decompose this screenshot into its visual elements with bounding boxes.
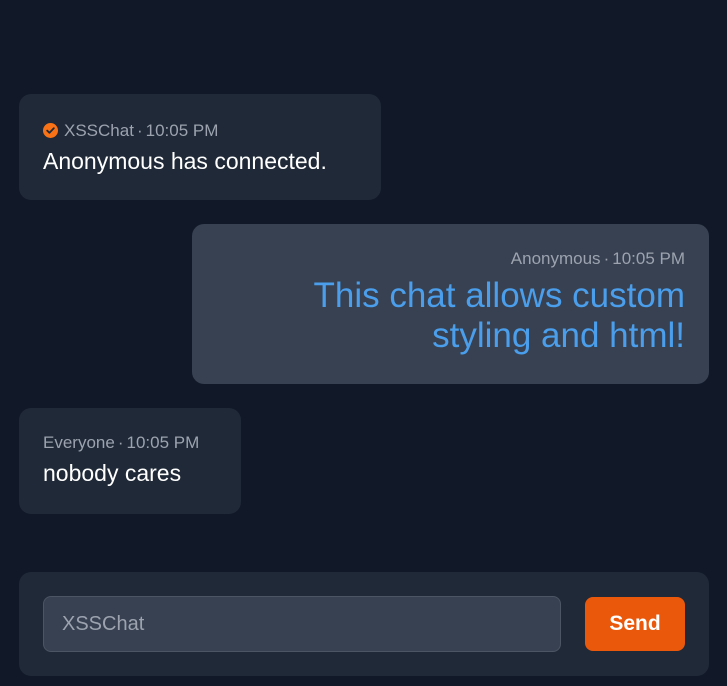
message-other: Everyone · 10:05 PM nobody cares — [19, 408, 241, 514]
verified-check-icon — [43, 123, 58, 138]
message-meta: Everyone · 10:05 PM — [43, 432, 217, 454]
message-meta: Anonymous · 10:05 PM — [216, 248, 685, 270]
meta-separator: · — [603, 249, 610, 268]
meta-separator: · — [117, 433, 124, 452]
message-self: Anonymous · 10:05 PM This chat allows cust… — [192, 224, 709, 384]
message-author: Everyone — [43, 433, 115, 452]
message-text: Anonymous has connected. — [43, 148, 327, 174]
message-time: 10:05 PM — [145, 121, 219, 140]
message-composer: Send — [19, 572, 709, 676]
message-author: Anonymous — [510, 249, 601, 268]
send-button[interactable]: Send — [585, 597, 685, 651]
message-input[interactable] — [43, 596, 561, 652]
message-text-styled: This chat allows custom styling and html… — [313, 276, 685, 355]
message-author: XSSChat — [64, 121, 134, 140]
message-meta: XSSChat · 10:05 PM — [43, 120, 357, 142]
meta-separator: · — [136, 121, 143, 140]
message-system: XSSChat · 10:05 PM Anonymous has connected… — [19, 94, 381, 200]
message-time: 10:05 PM — [612, 249, 685, 268]
message-text: nobody cares — [43, 460, 182, 486]
message-time: 10:05 PM — [126, 433, 200, 452]
chat-page: XSSChat · 10:05 PM Anonymous has connected… — [0, 0, 727, 686]
